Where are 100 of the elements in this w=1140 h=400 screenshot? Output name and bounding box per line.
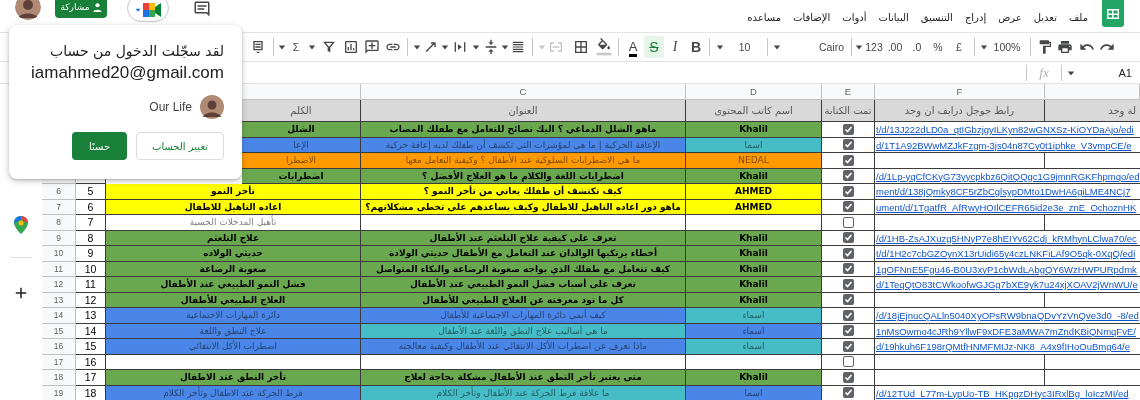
row-number[interactable]: 18 <box>42 370 76 386</box>
bold-button[interactable]: B <box>686 36 706 58</box>
checkbox[interactable] <box>842 309 854 321</box>
switch-account-button[interactable]: تغيير الحساب <box>136 132 224 160</box>
table-cell: NEDAL <box>686 153 822 169</box>
checkbox[interactable] <box>842 170 854 182</box>
link[interactable]: /d/18jEjnucQALln5040XyOPsRW9bnaQDvYzVnQve3d0_-8/ed <box>875 308 1140 323</box>
menu-item[interactable]: تعديل <box>1033 12 1057 23</box>
add-comment-icon[interactable] <box>364 39 380 55</box>
row-number[interactable]: 16 <box>42 339 76 355</box>
link[interactable]: ment/d/138jQmky8CF5rZbCglsypDMto1DwHA6giLME4NCj7 <box>875 184 1140 199</box>
caret-icon[interactable] <box>441 43 449 51</box>
row-number[interactable]: 12 <box>42 277 76 293</box>
checkbox[interactable] <box>842 201 854 213</box>
percent-button[interactable]: % <box>928 36 948 58</box>
checkbox[interactable] <box>842 139 854 151</box>
menu-item[interactable]: مساعده <box>747 12 782 23</box>
link[interactable]: d/19hkuh6F198rQMtfHNMFMIJz-NK8_A4x9fIHoOuBmg64/e <box>875 339 1140 354</box>
align-icon[interactable] <box>511 40 525 54</box>
text-rotation-icon[interactable] <box>423 39 439 55</box>
italic-button[interactable]: I <box>665 36 685 58</box>
filter-icon[interactable] <box>321 39 337 55</box>
link[interactable]: 1gOFNnE5Fgu46-B0U3xyP1cbWdLAbgQY6WzHWPURpdmk <box>875 261 1140 277</box>
link[interactable]: /d/12TUd_L77m-LypUo-TB_HKpgzDHyc3IRxlBg_loIczMI/ed <box>875 385 1140 400</box>
caret-icon[interactable] <box>980 43 988 51</box>
table-cell: ماهو الشلل الدماغي ؟ اليك نصائح للتعامل مع طفلك المصاب <box>361 122 686 138</box>
caret-icon[interactable] <box>716 43 724 51</box>
meet-button[interactable] <box>127 0 169 22</box>
table-cell: اسماء <box>686 339 822 355</box>
link[interactable]: d/1T1A92BWwMZJkFzgm-3js04n87Cy0t1iphke_V3vmpCE/e <box>875 137 1140 153</box>
checkbox[interactable] <box>842 371 854 383</box>
borders-icon[interactable] <box>573 39 589 55</box>
caret-icon[interactable] <box>1067 68 1075 77</box>
link[interactable]: 1nMsOwmo4cJRh9YllwF9xDFE3aMWA7mZndKBiQNmqFvE/ <box>875 323 1140 339</box>
number-format-button[interactable]: 123 <box>864 36 884 58</box>
caret-icon[interactable] <box>773 43 781 51</box>
font-select[interactable]: Cairo <box>782 36 848 58</box>
menu-item[interactable]: التنسيق <box>920 12 953 23</box>
table-cell: الشلل <box>242 122 361 138</box>
decimal-button[interactable]: .0 <box>906 36 928 58</box>
caret-icon[interactable] <box>472 43 480 51</box>
row-number[interactable]: 14 <box>42 308 76 324</box>
cell-reference-field[interactable]: A1 <box>1078 66 1140 79</box>
zoom-select[interactable]: 100% <box>990 36 1024 58</box>
caret-icon[interactable] <box>278 43 286 51</box>
map-pin-icon[interactable] <box>14 216 28 234</box>
vertical-align-icon[interactable] <box>483 39 499 55</box>
menu-item[interactable]: البيانات <box>878 12 909 23</box>
spreadsheet-logo-icon[interactable] <box>1102 0 1124 27</box>
checkbox[interactable] <box>842 154 854 166</box>
checkbox[interactable] <box>842 185 854 197</box>
menu-item[interactable]: الإضافات <box>793 12 831 23</box>
functions-button[interactable]: Σ <box>286 36 306 58</box>
comment-icon[interactable] <box>193 0 211 18</box>
table-cell: تأهيل المدخلات الحسية <box>106 215 361 231</box>
link[interactable]: /d/1HB-ZsAJXuzg5HNyP7e8hEIYv62Cdj_kRMhynLClwa70/ec <box>875 230 1140 246</box>
header-cell: اسم كاتب المحتوى <box>686 100 822 122</box>
print-icon[interactable] <box>1057 39 1073 55</box>
paint-roller-icon[interactable] <box>1037 39 1053 55</box>
share-button[interactable]: مشاركة <box>55 0 107 18</box>
strikethrough-button[interactable]: S <box>644 36 664 58</box>
caret-icon[interactable] <box>413 43 421 51</box>
table-cell: اسماء <box>686 308 822 324</box>
signed-in-message: لقد سجّلت الدخول من حساب <box>50 43 224 59</box>
checkbox[interactable] <box>842 216 854 228</box>
checkbox[interactable] <box>842 294 854 306</box>
menu-item[interactable]: إدراج <box>964 12 987 23</box>
row-number[interactable]: 8 <box>42 215 76 231</box>
form-icon[interactable] <box>250 39 266 55</box>
checkbox[interactable] <box>842 356 854 368</box>
link[interactable]: t/d/13J222dLD0a_qtIGbzjgyILKyn82wGNXSz-KiOYDaAjo/edi <box>875 122 1140 137</box>
chart-icon[interactable] <box>342 39 359 55</box>
avatar[interactable] <box>15 0 41 20</box>
caret-icon[interactable] <box>308 43 316 51</box>
checkbox[interactable] <box>842 247 854 259</box>
text-wrap-icon[interactable] <box>452 39 468 55</box>
link[interactable]: t/d/1H2c7cbGZOynX13rUidi65y4czLNKFiLAf9O5qk-0XqQ/edi <box>875 246 1140 261</box>
link[interactable]: ument/d/1TgatfR_AfRwyHOIlCEFR65id2e3e_znE_OchoznHK <box>875 199 1140 215</box>
fill-color-icon[interactable] <box>595 38 612 56</box>
checkbox[interactable] <box>842 325 854 337</box>
text-color-button[interactable]: A <box>623 36 643 58</box>
menu-item[interactable]: ملف <box>1068 12 1088 23</box>
font-size-field[interactable]: 10 <box>727 36 762 58</box>
decimal-button[interactable]: .00 <box>884 36 906 58</box>
link[interactable]: d/1TeqQtO83tCWkoofwGJGg7bXE9yk7u24xjXOAV2jWnWU/e <box>875 277 1140 292</box>
checkbox[interactable] <box>842 263 854 275</box>
checkbox[interactable] <box>842 232 854 244</box>
caret-icon[interactable] <box>501 43 509 51</box>
link[interactable]: /d/1Lp-yqCfCKyG73yycpkbz6QitQQgc1G9jmnRGKFhpmqo/ed <box>875 168 1140 184</box>
checkbox[interactable] <box>842 340 854 352</box>
checkbox[interactable] <box>842 123 854 135</box>
menu-item[interactable]: أدوات <box>842 12 867 23</box>
checkbox[interactable] <box>842 387 854 399</box>
currency-button[interactable]: £ <box>948 36 970 58</box>
menu-item[interactable]: عرض <box>998 12 1022 23</box>
caret-icon[interactable] <box>855 43 863 51</box>
ok-button[interactable]: حسنًا <box>72 132 127 160</box>
row-number[interactable]: 10 <box>42 246 76 262</box>
row-number[interactable]: 6 <box>42 184 76 200</box>
checkbox[interactable] <box>842 278 854 290</box>
